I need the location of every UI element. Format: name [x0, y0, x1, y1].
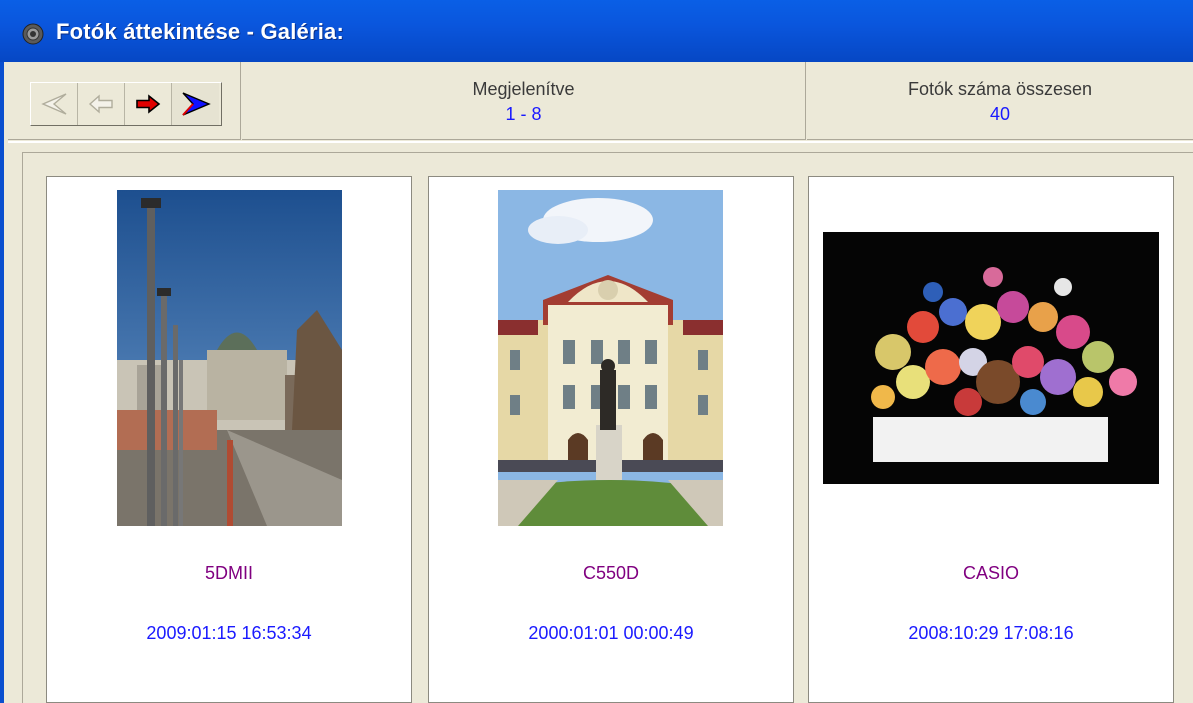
photo-date: 2000:01:01 00:00:49 [528, 623, 694, 643]
camera-icon [22, 23, 44, 45]
total-value: 40 [989, 104, 1011, 124]
photo-thumbnail[interactable] [498, 190, 723, 526]
photo-thumbnail[interactable] [117, 190, 342, 526]
next-page-button[interactable] [125, 83, 172, 125]
prev-page-button[interactable] [78, 83, 125, 125]
photo-card[interactable]: 5DMII 2009:01:15 16:53:34 [46, 176, 412, 703]
photo-card[interactable]: C550D 2000:01:01 00:00:49 [428, 176, 794, 703]
window-title: Fotók áttekintése - Galéria: [56, 19, 345, 44]
photo-date: 2009:01:15 16:53:34 [146, 623, 312, 643]
photo-date: 2008:10:29 17:08:16 [908, 623, 1074, 643]
total-count-panel: Fotók száma összesen 40 [807, 62, 1193, 140]
last-page-icon [181, 92, 211, 116]
next-page-icon [136, 94, 161, 114]
photo-card[interactable]: CASIO 2008:10:29 17:08:16 [808, 176, 1174, 703]
first-page-icon [41, 93, 67, 115]
window-title-bar[interactable]: Fotók áttekintése - Galéria: [0, 0, 1193, 62]
toolbar-divider [8, 141, 1193, 143]
first-page-button[interactable] [31, 83, 78, 125]
photo-thumbnail[interactable] [823, 232, 1159, 484]
navigation-cell [8, 62, 241, 140]
prev-page-icon [88, 94, 113, 114]
camera-model: CASIO [962, 563, 1019, 583]
displayed-value: 1 - 8 [505, 104, 542, 124]
camera-model: C550D [582, 563, 640, 583]
toolbar: Megjelenítve 1 - 8 Fotók száma összesen … [8, 62, 1193, 142]
camera-model: 5DMII [204, 563, 253, 583]
last-page-button[interactable] [172, 83, 219, 125]
displayed-label: Megjelenítve [472, 79, 575, 99]
displayed-range-panel: Megjelenítve 1 - 8 [242, 62, 806, 140]
total-label: Fotók száma összesen [907, 79, 1093, 99]
pager-buttons [30, 82, 222, 126]
